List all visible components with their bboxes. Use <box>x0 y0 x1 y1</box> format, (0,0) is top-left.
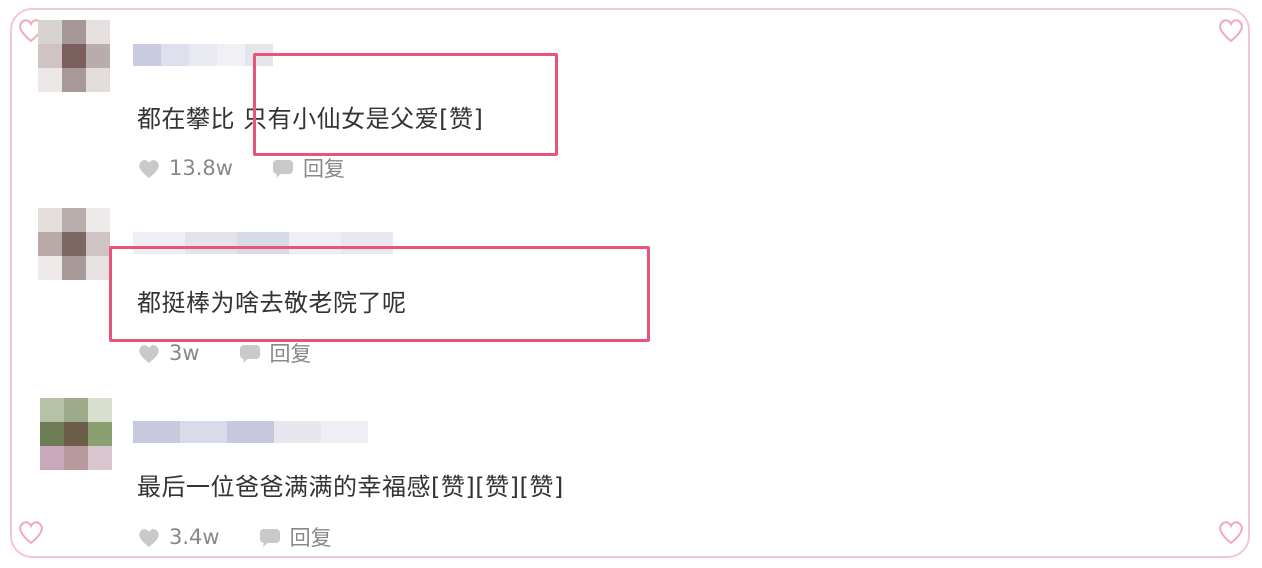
corner-heart-icon <box>16 516 46 546</box>
avatar[interactable] <box>38 20 110 92</box>
corner-heart-icon <box>1216 14 1246 44</box>
avatar-mosaic-cell <box>86 256 110 280</box>
comment-actions: 3w 回复 <box>137 338 312 368</box>
avatar-mosaic-cell <box>64 446 88 470</box>
avatar-mosaic-cell <box>62 232 86 256</box>
reply-label: 回复 <box>289 526 332 550</box>
avatar-mosaic-cell <box>62 68 86 92</box>
avatar-mosaic-cell <box>86 232 110 256</box>
username-mosaic-cell <box>217 44 245 66</box>
username-mosaic-cell <box>161 44 189 66</box>
reply-button[interactable]: 回复 <box>258 522 332 552</box>
comment-bubble-icon <box>258 526 282 548</box>
highlight-box <box>253 53 558 156</box>
like-count[interactable]: 3w <box>169 341 200 365</box>
username-mosaic-cell <box>133 44 161 66</box>
avatar-mosaic-cell <box>88 422 112 446</box>
reply-button[interactable]: 回复 <box>271 153 345 183</box>
comment-actions: 3.4w 回复 <box>137 522 332 552</box>
comment-actions: 13.8w 回复 <box>137 153 345 183</box>
avatar-mosaic-cell <box>62 20 86 44</box>
avatar-mosaic-cell <box>38 256 62 280</box>
avatar-mosaic-cell <box>88 398 112 422</box>
avatar-mosaic-cell <box>86 208 110 232</box>
avatar-mosaic-cell <box>62 256 86 280</box>
corner-heart-icon <box>1216 516 1246 546</box>
avatar-mosaic-cell <box>86 44 110 68</box>
username-mosaic-cell <box>274 421 321 443</box>
avatar[interactable] <box>40 398 112 470</box>
comment-bubble-icon <box>238 342 262 364</box>
heart-icon[interactable] <box>137 342 161 364</box>
like-count[interactable]: 13.8w <box>169 156 233 180</box>
avatar-mosaic-cell <box>38 232 62 256</box>
reply-label: 回复 <box>302 157 345 181</box>
avatar-mosaic-cell <box>40 398 64 422</box>
avatar-mosaic-cell <box>38 68 62 92</box>
heart-icon[interactable] <box>137 526 161 548</box>
username-mosaic-cell <box>227 421 274 443</box>
avatar-mosaic-cell <box>86 68 110 92</box>
avatar-mosaic-cell <box>64 398 88 422</box>
avatar-mosaic-cell <box>38 20 62 44</box>
comment-text: 最后一位爸爸满满的幸福感[赞][赞][赞] <box>137 473 564 501</box>
avatar-mosaic-cell <box>62 208 86 232</box>
avatar-mosaic-cell <box>40 422 64 446</box>
username-blurred[interactable] <box>133 421 368 443</box>
avatar-mosaic-cell <box>88 446 112 470</box>
reply-label: 回复 <box>269 342 312 366</box>
comment-bubble-icon <box>271 157 295 179</box>
avatar[interactable] <box>38 208 110 280</box>
like-count[interactable]: 3.4w <box>169 525 220 549</box>
avatar-mosaic-cell <box>38 44 62 68</box>
avatar-mosaic-cell <box>38 208 62 232</box>
highlight-box <box>109 246 650 342</box>
username-mosaic-cell <box>189 44 217 66</box>
reply-button[interactable]: 回复 <box>238 338 312 368</box>
avatar-mosaic-cell <box>62 44 86 68</box>
username-mosaic-cell <box>180 421 227 443</box>
heart-icon[interactable] <box>137 157 161 179</box>
avatar-mosaic-cell <box>40 446 64 470</box>
username-mosaic-cell <box>133 421 180 443</box>
username-blurred[interactable] <box>133 44 273 66</box>
username-mosaic-cell <box>321 421 368 443</box>
avatar-mosaic-cell <box>86 20 110 44</box>
avatar-mosaic-cell <box>64 422 88 446</box>
